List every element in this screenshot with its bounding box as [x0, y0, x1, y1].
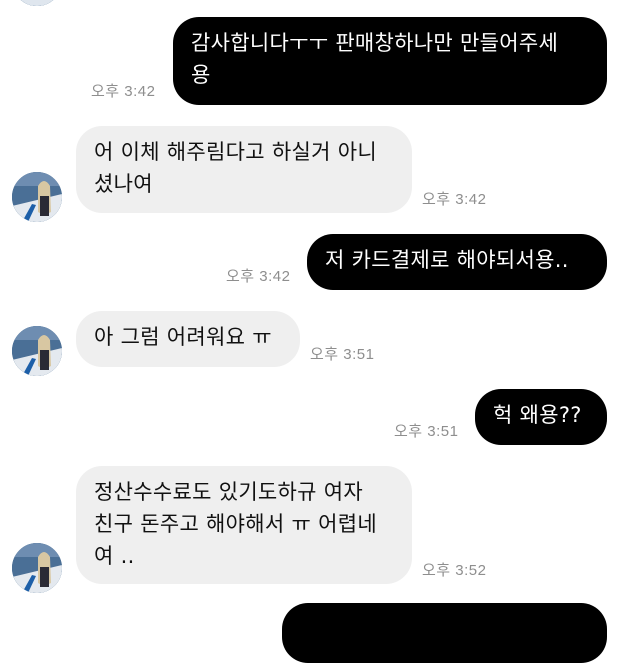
message-incoming[interactable]: 아 그럼 어려워요 ㅠ — [76, 311, 300, 367]
message-timestamp: 오후 3:42 — [91, 83, 156, 100]
message-timestamp: 오후 3:52 — [422, 562, 487, 579]
profile-avatar[interactable] — [12, 172, 62, 222]
profile-avatar[interactable] — [12, 0, 62, 6]
message-outgoing[interactable]: 저 카드결제로 해야되서용.. — [307, 234, 607, 290]
message-timestamp: 오후 3:51 — [310, 346, 375, 363]
message-timestamp: 오후 3:42 — [226, 268, 291, 285]
message-incoming[interactable]: 어 이체 해주림다고 하실거 아니 셨나여 — [76, 126, 412, 213]
message-outgoing[interactable] — [282, 603, 607, 663]
message-outgoing[interactable]: 감사합니다ㅜㅜ 판매창하나만 만들어주세 용 — [173, 17, 607, 105]
message-timestamp: 오후 3:42 — [422, 191, 487, 208]
profile-avatar[interactable] — [12, 543, 62, 593]
message-incoming[interactable]: 정산수수료도 있기도하규 여자 친구 돈주고 해야해서 ㅠ 어렵네 여 .. — [76, 466, 412, 584]
profile-avatar[interactable] — [12, 326, 62, 376]
message-outgoing[interactable]: 헉 왜용?? — [475, 389, 607, 445]
message-timestamp: 오후 3:51 — [394, 423, 459, 440]
chat-thread: 감사합니다ㅜㅜ 판매창하나만 만들어주세 용 오후 3:42 어 이체 해주림다… — [0, 0, 620, 663]
